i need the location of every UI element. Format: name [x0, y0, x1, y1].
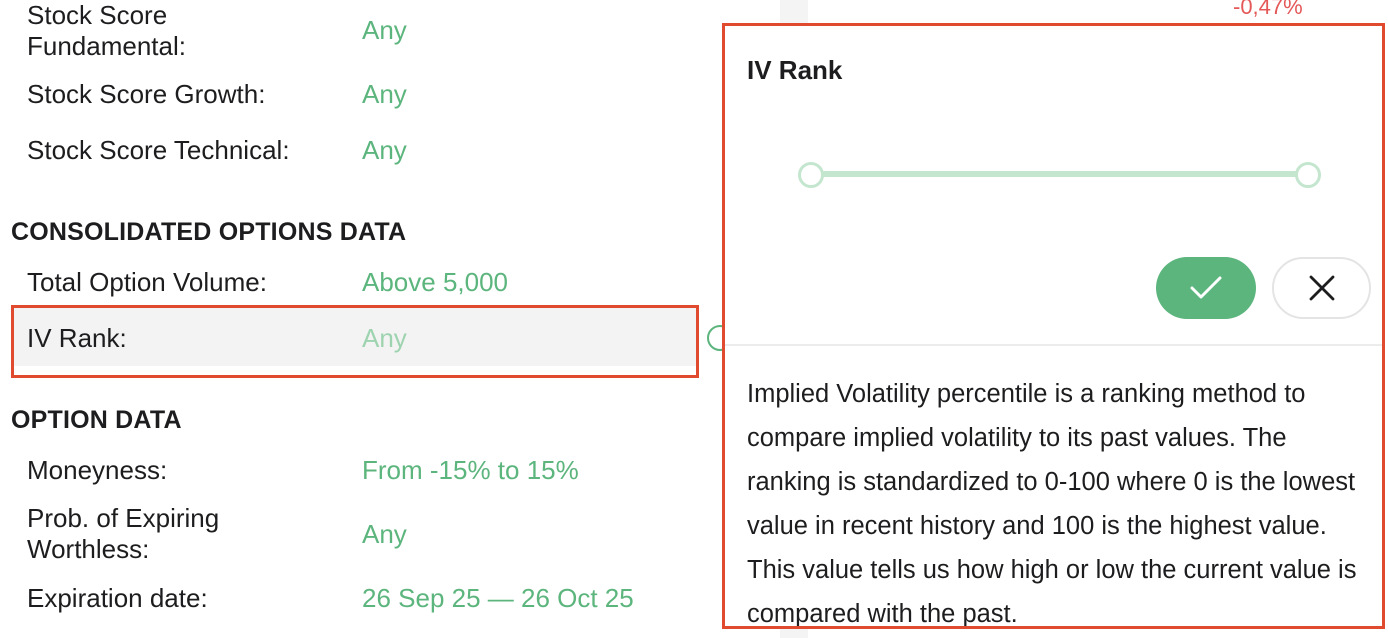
iv-rank-range-slider[interactable]: [807, 171, 1307, 177]
slider-min-handle[interactable]: [798, 162, 824, 188]
iv-rank-description: Implied Volatility percentile is a ranki…: [747, 380, 1357, 628]
filter-value[interactable]: 26 Sep 25 — 26 Oct 25: [362, 583, 634, 614]
filter-label: Expiration date:: [27, 583, 208, 613]
check-icon: [1190, 276, 1222, 299]
section-heading-option-data: OPTION DATA: [11, 406, 182, 434]
filter-value[interactable]: From -15% to 15%: [362, 455, 579, 486]
screener-filters-panel: Stock Score Fundamental: Any Stock Score…: [0, 0, 780, 638]
popover-divider: [725, 344, 1382, 346]
filter-value[interactable]: Above 5,000: [362, 267, 508, 298]
filter-value[interactable]: Any: [362, 15, 407, 46]
cancel-button[interactable]: [1272, 257, 1371, 319]
iv-rank-row-outline: [11, 305, 699, 378]
filter-label: Stock Score Growth:: [27, 79, 266, 109]
filter-value[interactable]: Any: [362, 135, 407, 166]
popover-title: IV Rank: [747, 55, 843, 85]
filter-label: Total Option Volume:: [27, 267, 267, 297]
filter-label: Moneyness:: [27, 455, 168, 485]
close-icon: [1309, 275, 1334, 301]
filter-label: Prob. of Expiring Worthless:: [27, 503, 220, 564]
filter-label: Stock Score Fundamental:: [27, 0, 186, 61]
filter-value[interactable]: Any: [362, 519, 407, 550]
filter-value[interactable]: Any: [362, 79, 407, 110]
slider-max-handle[interactable]: [1295, 162, 1321, 188]
section-heading-consolidated-options: CONSOLIDATED OPTIONS DATA: [11, 218, 407, 246]
iv-rank-popover: IV Rank Implied Volatility percentile is…: [722, 23, 1385, 629]
filter-label: Stock Score Technical:: [27, 135, 290, 165]
price-change-text: -0,47%: [1233, 0, 1303, 19]
apply-button[interactable]: [1156, 257, 1256, 319]
